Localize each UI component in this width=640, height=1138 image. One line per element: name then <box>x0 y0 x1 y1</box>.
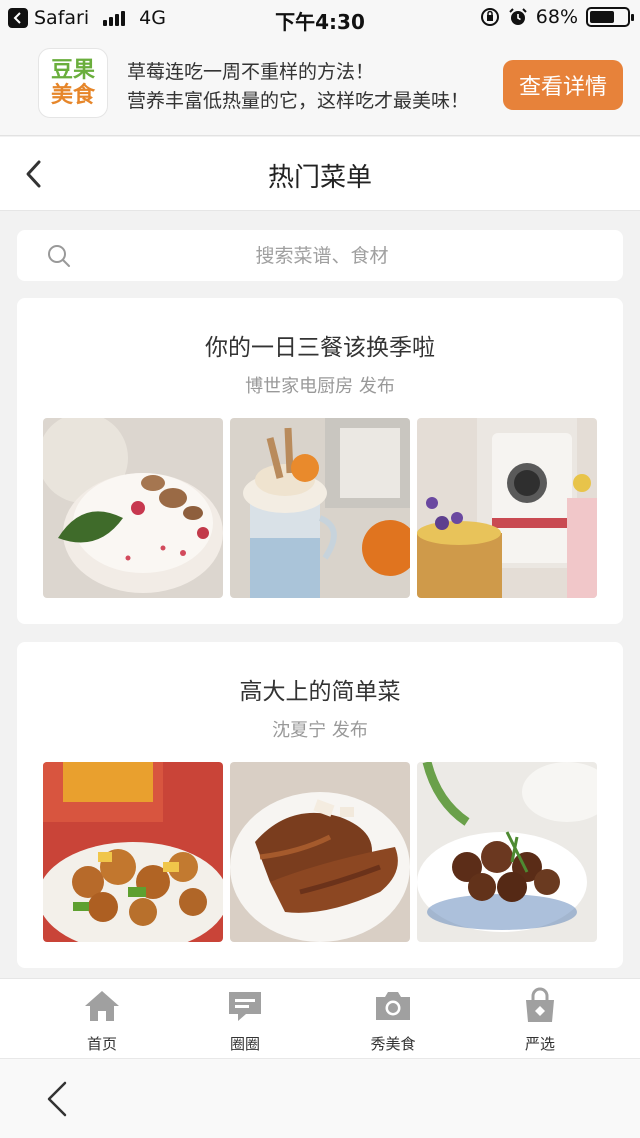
app-logo: 豆果 美食 <box>38 48 108 118</box>
nav-bar: 热门菜单 <box>0 137 640 211</box>
menu-author: 沈夏宁 发布 <box>272 720 368 741</box>
search-input[interactable] <box>97 230 547 281</box>
status-right: 68% <box>480 6 634 28</box>
browser-toolbar <box>0 1058 640 1138</box>
tab-circle[interactable]: 圈圈 <box>190 987 300 1054</box>
search-icon <box>48 245 70 267</box>
menu-card[interactable]: 你的一日三餐该换季啦 博世家电厨房 发布 <box>17 298 623 624</box>
menu-title: 高大上的简单菜 <box>239 679 401 705</box>
blender-photo[interactable] <box>417 418 597 598</box>
tab-home[interactable]: 首页 <box>47 987 157 1054</box>
sweet-sour-dish-photo[interactable] <box>43 762 223 942</box>
menu-image-row <box>43 418 597 598</box>
logo-text-top: 豆果 <box>50 58 95 83</box>
banner-line-1: 草莓连吃一周不重样的方法！ <box>127 61 375 83</box>
bottom-tab-bar: 首页 圈圈 秀美食 严选 <box>0 978 640 1058</box>
tab-label: 严选 <box>524 1035 555 1053</box>
chicken-wings-photo[interactable] <box>230 762 410 942</box>
tab-show-food[interactable]: 秀美食 <box>338 987 448 1054</box>
page-title: 热门菜单 <box>267 163 372 193</box>
battery-percent: 68% <box>535 6 578 28</box>
camera-icon <box>376 992 410 1020</box>
logo-text-bottom: 美食 <box>50 83 95 108</box>
braised-dish-photo[interactable] <box>417 762 597 942</box>
menu-card[interactable]: 高大上的简单菜 沈夏宁 发布 <box>17 642 623 968</box>
menu-title: 你的一日三餐该换季啦 <box>205 335 435 361</box>
battery-icon <box>586 7 634 27</box>
alarm-icon <box>509 8 527 25</box>
drink-photo[interactable] <box>230 418 410 598</box>
status-bar: Safari 4G 下午4:30 68% <box>0 0 640 36</box>
orientation-lock-icon <box>480 8 499 26</box>
chat-icon <box>229 992 261 1021</box>
menu-image-row <box>43 762 597 942</box>
tab-label: 秀美食 <box>370 1035 416 1053</box>
tab-selection[interactable]: 严选 <box>485 987 595 1054</box>
dessert-photo[interactable] <box>43 418 223 598</box>
tab-label: 首页 <box>86 1035 117 1053</box>
banner-text: 草莓连吃一周不重样的方法！ 营养丰富低热量的它，这样吃才最美味！ <box>127 58 469 116</box>
home-icon <box>85 991 119 1021</box>
search-bar[interactable] <box>17 230 623 281</box>
browser-back-icon[interactable] <box>46 1081 68 1117</box>
view-details-button[interactable]: 查看详情 <box>503 60 623 110</box>
banner-line-2: 营养丰富低热量的它，这样吃才最美味！ <box>127 90 470 112</box>
shopping-bag-icon <box>526 987 554 1022</box>
menu-author: 博世家电厨房 发布 <box>245 376 395 397</box>
app-promo-banner[interactable]: 豆果 美食 草莓连吃一周不重样的方法！ 营养丰富低热量的它，这样吃才最美味！ 查… <box>0 36 640 136</box>
tab-label: 圈圈 <box>229 1035 260 1053</box>
